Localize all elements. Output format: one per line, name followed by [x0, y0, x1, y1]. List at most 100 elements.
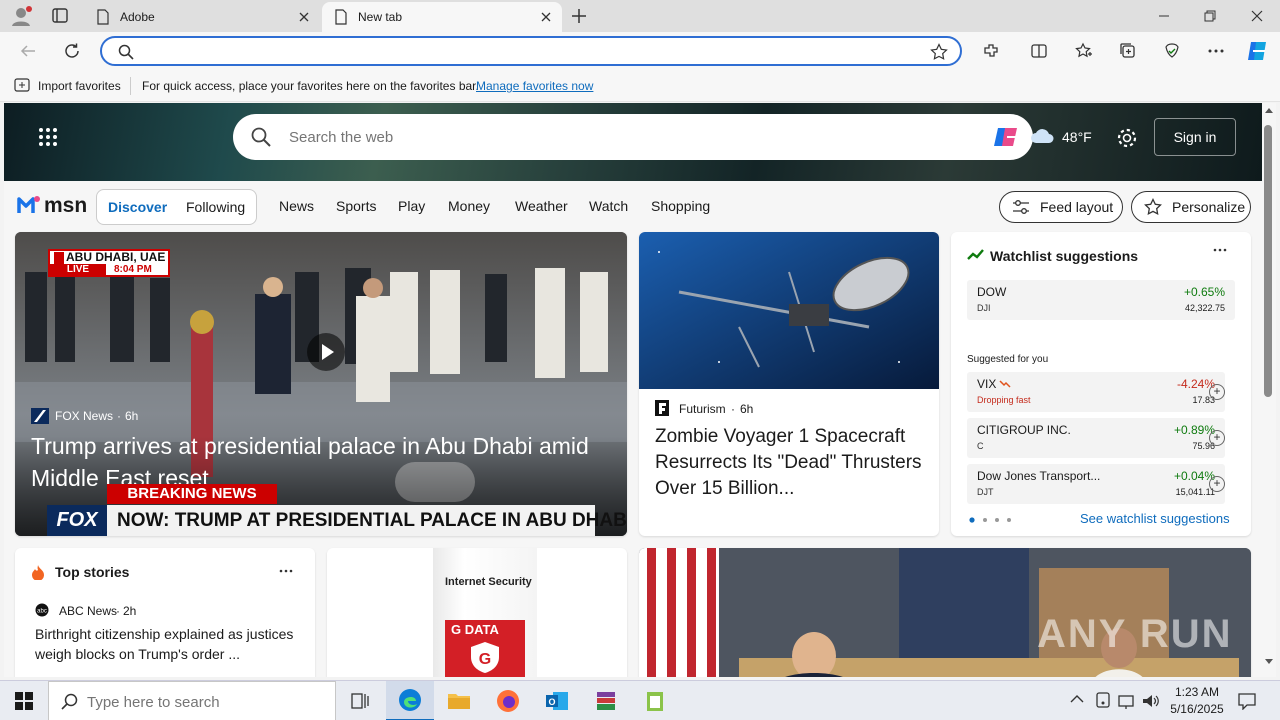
stock-name: Dow Jones Transport...	[977, 469, 1101, 483]
notifications-icon[interactable]	[1238, 692, 1256, 710]
clock-date[interactable]: 5/16/2025	[1164, 702, 1230, 716]
voyager-article-card[interactable]: Futurism · 6h Zombie Voyager 1 Spacecraf…	[639, 232, 939, 536]
stock-symbol: DJT	[977, 487, 994, 497]
firefox-icon[interactable]	[484, 681, 532, 720]
start-button[interactable]	[0, 681, 48, 720]
volume-icon[interactable]	[1142, 693, 1160, 709]
tab-actions-icon[interactable]	[48, 6, 72, 26]
restore-icon[interactable]	[1187, 0, 1233, 32]
profile-icon[interactable]	[8, 4, 34, 28]
ticker-text: NOW: TRUMP AT PRESIDENTIAL PALACE IN ABU…	[117, 510, 627, 531]
article2-headline[interactable]: Zombie Voyager 1 Spacecraft Resurrects I…	[655, 424, 927, 504]
app-launcher-icon[interactable]	[38, 127, 58, 147]
tab-adobe[interactable]: Adobe	[84, 2, 320, 32]
nav-shopping[interactable]: Shopping	[651, 198, 710, 214]
web-search-box[interactable]	[233, 114, 1033, 160]
close-icon[interactable]	[540, 11, 552, 23]
clock-time[interactable]: 1:23 AM	[1168, 685, 1226, 699]
location-text: ABU DHABI, UAE	[66, 250, 166, 264]
favorite-star-icon[interactable]	[930, 43, 948, 61]
task-view-icon[interactable]	[336, 681, 384, 720]
copilot-icon[interactable]	[1244, 38, 1272, 64]
scrollbar-thumb[interactable]	[1264, 125, 1272, 397]
split-screen-icon[interactable]	[1025, 38, 1053, 64]
manage-favorites-link[interactable]: Manage favorites now	[476, 79, 593, 93]
article2-separator-dot: ·	[731, 402, 735, 416]
network-icon[interactable]	[1118, 693, 1136, 709]
story-headline[interactable]: Birthright citizenship explained as just…	[35, 624, 303, 664]
settings-gear-icon[interactable]	[1116, 127, 1138, 149]
play-icon[interactable]	[307, 333, 345, 371]
copilot-search-icon[interactable]	[993, 124, 1021, 150]
hero-article-card[interactable]: ABU DHABI, UAE LIVE 8:04 PM FOX News · 6…	[15, 232, 627, 536]
weather-cloud-icon[interactable]	[1030, 127, 1056, 145]
stock-row-djt[interactable]: Dow Jones Transport... DJT +0.04% 15,041…	[967, 464, 1225, 504]
tray-device-icon[interactable]	[1095, 692, 1111, 710]
refresh-icon[interactable]	[58, 38, 86, 64]
notepad-icon[interactable]	[631, 681, 679, 720]
scroll-up-icon[interactable]	[1265, 107, 1273, 113]
watchlist-card: Watchlist suggestions DOW DJI +0.65% 42,…	[951, 232, 1251, 536]
stock-row-citigroup[interactable]: CITIGROUP INC. C +0.89% 75.96	[967, 418, 1225, 458]
extensions-icon[interactable]	[977, 38, 1005, 64]
more-options-icon[interactable]	[1213, 247, 1227, 253]
back-icon[interactable]	[14, 38, 42, 64]
msn-logo-icon[interactable]	[16, 193, 42, 217]
outlook-icon[interactable]: O	[533, 681, 581, 720]
watchlist-title: Watchlist suggestions	[990, 248, 1139, 264]
add-to-watchlist-icon[interactable]: +	[1209, 384, 1225, 400]
new-tab-icon[interactable]	[568, 6, 590, 26]
sign-in-button[interactable]: Sign in	[1154, 118, 1236, 156]
more-options-icon[interactable]	[279, 568, 293, 574]
stock-row-vix[interactable]: VIX Dropping fast -4.24% 17.83	[967, 372, 1225, 412]
chevron-up-icon[interactable]	[1070, 694, 1084, 704]
close-window-icon[interactable]	[1234, 0, 1280, 32]
hero-age: 6h	[125, 409, 139, 423]
carousel-dots[interactable]	[969, 517, 1013, 523]
stock-row-dow[interactable]: DOW DJI +0.65% 42,322.75	[967, 280, 1235, 320]
add-to-watchlist-icon[interactable]: +	[1209, 430, 1225, 446]
file-explorer-icon[interactable]	[435, 681, 483, 720]
tab-new-tab[interactable]: New tab	[322, 2, 562, 32]
msn-logo-text: msn	[44, 194, 88, 217]
taskbar-search-input[interactable]	[87, 692, 327, 712]
address-input[interactable]	[142, 42, 902, 60]
nav-money[interactable]: Money	[448, 198, 490, 214]
breaking-news-label: BREAKING NEWS	[107, 484, 277, 504]
edge-taskbar-icon[interactable]	[386, 681, 434, 720]
import-favorites-button[interactable]: Import favorites	[38, 79, 121, 93]
scroll-down-icon[interactable]	[1265, 659, 1273, 665]
tab-following[interactable]: Following	[186, 199, 245, 215]
ad-card[interactable]: Internet Security G DATA G	[327, 548, 627, 677]
browser-essentials-icon[interactable]	[1158, 38, 1186, 64]
add-to-watchlist-icon[interactable]: +	[1209, 476, 1225, 492]
web-search-input[interactable]	[289, 127, 969, 147]
tab-discover[interactable]: Discover	[108, 199, 167, 215]
futurism-icon	[655, 400, 669, 416]
article2-age: 6h	[740, 402, 754, 416]
more-menu-icon[interactable]	[1202, 38, 1230, 64]
channel-logo: FOX	[47, 505, 107, 536]
nav-watch[interactable]: Watch	[589, 198, 628, 214]
winrar-icon[interactable]	[582, 681, 630, 720]
nav-play[interactable]: Play	[398, 198, 425, 214]
watermark: ANY RUN	[1037, 612, 1233, 656]
voyager-image	[639, 232, 939, 389]
nav-news[interactable]: News	[279, 198, 314, 214]
close-icon[interactable]	[298, 11, 310, 23]
address-bar[interactable]	[100, 36, 962, 66]
favorites-icon[interactable]	[1070, 38, 1098, 64]
page-scrollbar[interactable]	[1262, 103, 1276, 677]
feed-layout-button[interactable]: Feed layout	[999, 191, 1123, 223]
nav-sports[interactable]: Sports	[336, 198, 376, 214]
weather-temperature[interactable]: 48°F	[1062, 129, 1092, 145]
taskbar-search-box[interactable]	[48, 681, 336, 720]
nav-weather[interactable]: Weather	[515, 198, 568, 214]
see-watchlist-link[interactable]: See watchlist suggestions	[1080, 511, 1230, 526]
minimize-icon[interactable]	[1141, 0, 1187, 32]
personalize-button[interactable]: Personalize	[1131, 191, 1251, 223]
photo-article-card[interactable]: ANY RUN	[639, 548, 1251, 677]
collections-icon[interactable]	[1114, 38, 1142, 64]
brand-name: G DATA	[451, 622, 499, 637]
msn-header: 48°F Sign in	[4, 103, 1262, 181]
